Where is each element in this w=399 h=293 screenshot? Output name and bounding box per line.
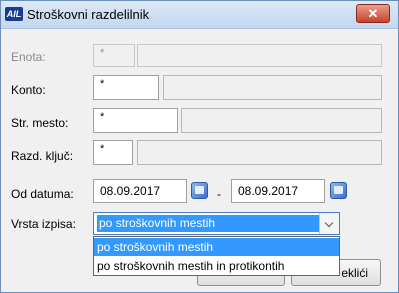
chevron-down-icon[interactable] <box>319 213 339 234</box>
enota-label: Enota: <box>11 50 46 64</box>
str-mesto-code-input[interactable]: * <box>93 108 178 133</box>
enota-code-field: * <box>93 44 135 67</box>
app-logo: AIL <box>5 7 23 21</box>
cancel-button-label: eklići <box>341 266 368 280</box>
window-title: Stroškovni razdelilnik <box>27 7 150 22</box>
konto-description-field <box>163 75 382 100</box>
razd-kljuc-code-input[interactable]: * <box>93 140 133 165</box>
close-icon: ✕ <box>367 6 379 21</box>
enota-description-field <box>137 44 382 67</box>
close-button[interactable]: ✕ <box>356 4 390 23</box>
date-from-input[interactable]: 08.09.2017 <box>93 179 187 203</box>
calendar-icon[interactable] <box>330 182 347 199</box>
dropdown-option[interactable]: po stroškovnih mestih in protikontih <box>94 257 339 275</box>
selected-value: po stroškovnih mestih <box>97 215 319 232</box>
vrsta-izpisa-dropdown-list: po stroškovnih mestih po stroškovnih mes… <box>93 236 340 276</box>
dropdown-option[interactable]: po stroškovnih mestih <box>94 238 339 256</box>
konto-code-input[interactable]: * <box>93 75 159 100</box>
vrsta-izpisa-select[interactable]: po stroškovnih mestih <box>93 212 340 235</box>
date-to-input[interactable]: 08.09.2017 <box>231 179 325 203</box>
razd-kljuc-description-field <box>137 140 382 165</box>
date-separator: - <box>217 187 221 201</box>
str-mesto-description-field <box>181 108 382 133</box>
title-bar: AIL Stroškovni razdelilnik ✕ <box>1 1 398 29</box>
konto-label: Konto: <box>11 83 46 97</box>
calendar-icon[interactable] <box>191 182 208 199</box>
razd-kljuc-label: Razd. ključ: <box>11 149 74 163</box>
str-mesto-label: Str. mesto: <box>11 116 69 130</box>
od-datuma-label: Od datuma: <box>11 187 74 201</box>
dialog-window: AIL Stroškovni razdelilnik ✕ Enota: * Ko… <box>0 0 399 293</box>
vrsta-izpisa-label: Vrsta izpisa: <box>11 217 76 231</box>
